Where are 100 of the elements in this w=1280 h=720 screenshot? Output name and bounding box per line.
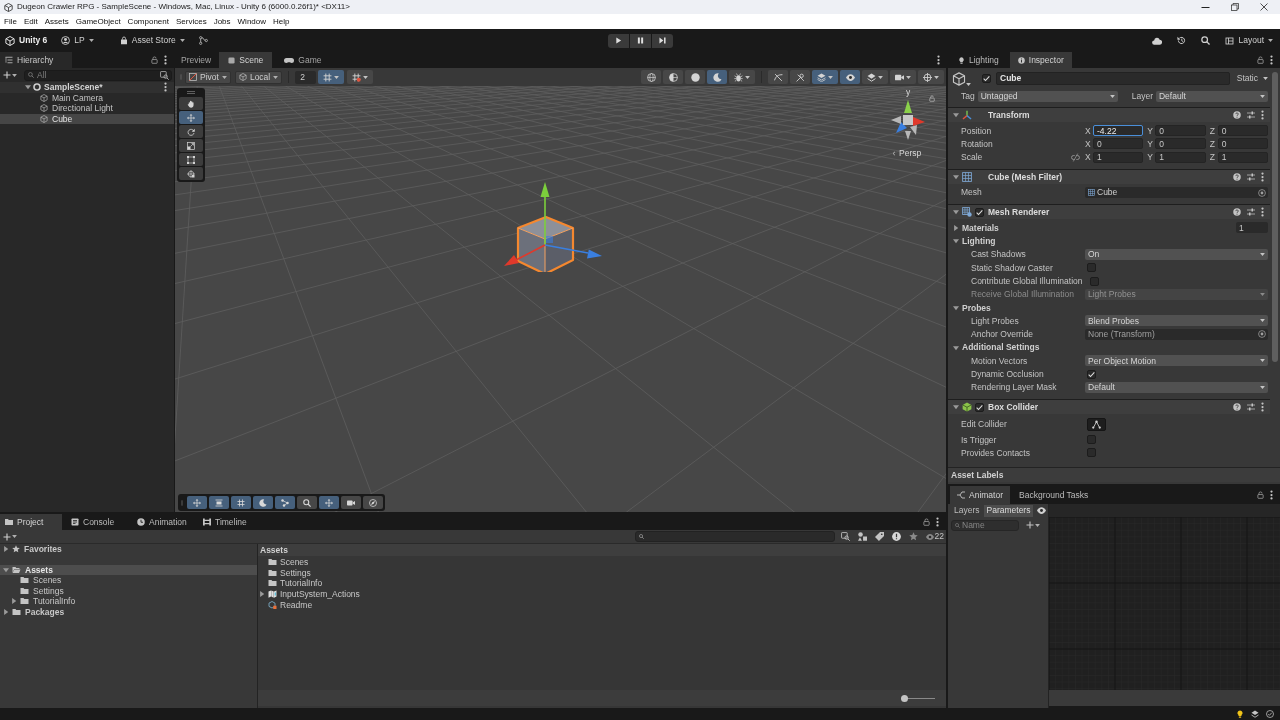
tool-button[interactable] xyxy=(179,111,203,124)
more-options-icon[interactable] xyxy=(1261,402,1264,413)
component-header[interactable]: Box Collider xyxy=(948,399,1270,415)
view-option-button[interactable] xyxy=(812,70,838,84)
object-field[interactable]: Cube xyxy=(1085,187,1268,199)
more-options-icon[interactable] xyxy=(936,517,939,527)
overlay-button[interactable] xyxy=(297,496,317,509)
grid-snap-button[interactable] xyxy=(347,70,374,84)
overlay-button[interactable] xyxy=(275,496,295,509)
search-field[interactable] xyxy=(634,531,835,542)
lock-icon[interactable] xyxy=(151,56,158,64)
search-square-icon[interactable] xyxy=(160,70,169,80)
tool-button[interactable] xyxy=(179,167,203,180)
number-field[interactable]: 1 xyxy=(1217,151,1268,163)
view-option-button[interactable] xyxy=(840,70,860,84)
menu-item[interactable]: Assets xyxy=(44,17,69,26)
number-field[interactable]: 0 xyxy=(1217,138,1268,150)
overlay-button[interactable] xyxy=(363,496,383,509)
add-button[interactable] xyxy=(3,531,17,542)
view-option-button[interactable] xyxy=(918,70,944,84)
more-options-icon[interactable] xyxy=(1270,55,1273,65)
help-icon[interactable] xyxy=(1233,172,1241,181)
view-tab[interactable]: Scene xyxy=(219,52,273,68)
number-field[interactable]: -4.22 xyxy=(1093,125,1144,137)
zoom-slider[interactable] xyxy=(901,694,935,702)
number-field[interactable]: 0 xyxy=(1155,138,1206,150)
tree-item[interactable]: Assets xyxy=(0,564,257,575)
add-button[interactable] xyxy=(1026,519,1040,531)
expanded-arrow-icon[interactable] xyxy=(953,112,959,118)
panel-tab[interactable]: Timeline xyxy=(198,514,260,530)
view-tab[interactable]: Game xyxy=(275,52,331,68)
panel-tab[interactable]: Animator xyxy=(950,486,1010,504)
hierarchy-tab[interactable]: Hierarchy xyxy=(0,52,72,68)
menu-item[interactable]: Window xyxy=(237,17,266,26)
panel-tab[interactable]: Background Tasks xyxy=(1012,486,1096,504)
section-tab[interactable]: Parameters xyxy=(983,504,1034,517)
dropdown[interactable]: Untagged xyxy=(977,90,1118,102)
sliders-icon[interactable] xyxy=(1247,208,1255,217)
menu-item[interactable]: Jobs xyxy=(213,17,231,26)
dropdown[interactable]: Blend Probes xyxy=(1085,315,1268,327)
view-option-button[interactable] xyxy=(641,70,661,84)
static-dropdown[interactable]: Static xyxy=(1236,73,1268,84)
view-option-button[interactable] xyxy=(685,70,705,84)
hierarchy-item[interactable]: Cube xyxy=(0,113,174,125)
search-field[interactable]: All xyxy=(24,69,172,81)
panel-tab[interactable]: Lighting xyxy=(950,52,1007,68)
drag-handle-icon[interactable] xyxy=(186,91,196,94)
projection-toggle[interactable]: Persp xyxy=(892,148,922,159)
dropdown[interactable]: Default xyxy=(1156,90,1268,102)
checkbox[interactable] xyxy=(1087,369,1096,379)
component-header[interactable]: Transform xyxy=(948,107,1270,122)
panel-tab[interactable]: Animation xyxy=(132,514,194,530)
view-option-button[interactable] xyxy=(707,70,727,84)
add-button[interactable] xyxy=(3,69,17,81)
sliders-icon[interactable] xyxy=(1247,172,1255,181)
tag-icon[interactable] xyxy=(874,532,884,541)
collapsed-arrow-icon[interactable] xyxy=(953,224,959,231)
component-header[interactable]: Mesh Renderer xyxy=(948,204,1270,220)
group-label[interactable]: Materials xyxy=(962,222,999,233)
expanded-arrow-icon[interactable] xyxy=(25,84,31,91)
scene-row[interactable]: SampleScene* xyxy=(0,82,174,93)
overlay-button[interactable] xyxy=(209,496,229,509)
group-label[interactable]: Additional Settings xyxy=(962,342,1040,353)
group-label[interactable]: Lighting xyxy=(962,236,996,247)
more-options-icon[interactable] xyxy=(937,55,940,65)
expanded-arrow-icon[interactable] xyxy=(953,304,959,311)
tree-item[interactable]: Scenes xyxy=(0,575,257,586)
asset-labels-bar[interactable]: Asset Labels xyxy=(948,467,1280,482)
expanded-arrow-icon[interactable] xyxy=(953,209,959,216)
space-dropdown[interactable]: Local xyxy=(234,70,283,84)
tool-button[interactable] xyxy=(179,97,203,110)
eye-icon[interactable] xyxy=(1037,507,1047,514)
panel-tab[interactable]: Project xyxy=(0,514,62,530)
more-options-icon[interactable] xyxy=(164,82,167,93)
dropdown[interactable]: Per Object Motion xyxy=(1085,355,1268,367)
slider-thumb[interactable] xyxy=(901,694,908,702)
number-field[interactable]: 0 xyxy=(1217,125,1268,137)
lock-icon[interactable] xyxy=(923,518,930,526)
component-header[interactable]: Cube (Mesh Filter) xyxy=(948,168,1270,184)
grid-size-field[interactable]: 2 xyxy=(295,70,317,84)
asset-item[interactable]: Readme xyxy=(258,599,946,610)
collapsed-arrow-icon[interactable] xyxy=(3,546,9,553)
broken-chain-icon[interactable] xyxy=(1071,152,1080,162)
view-option-button[interactable] xyxy=(663,70,683,84)
view-option-button[interactable] xyxy=(790,70,810,84)
menu-item[interactable]: File xyxy=(4,17,17,26)
overlay-button[interactable] xyxy=(253,496,273,509)
object-field[interactable]: None (Transform) xyxy=(1085,328,1268,340)
step-button[interactable] xyxy=(651,33,673,48)
dropdown[interactable]: On xyxy=(1085,248,1268,260)
collapsed-arrow-icon[interactable] xyxy=(11,598,17,605)
panel-tab[interactable]: Console xyxy=(66,514,128,530)
search-square-icon[interactable] xyxy=(840,532,850,541)
sliders-icon[interactable] xyxy=(1247,111,1255,119)
grid-snap-button[interactable] xyxy=(318,70,345,84)
play-button[interactable] xyxy=(607,33,629,48)
view-tab[interactable]: Preview xyxy=(176,52,217,68)
checkbox[interactable] xyxy=(982,74,991,83)
search-icon[interactable] xyxy=(1201,36,1211,45)
pivot-dropdown[interactable]: Pivot xyxy=(185,70,231,84)
